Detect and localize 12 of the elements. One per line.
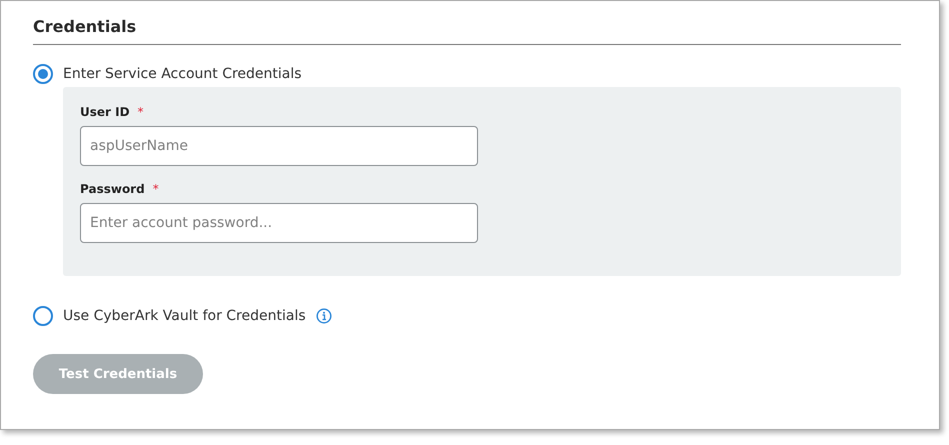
field-label: User ID <box>80 105 130 119</box>
required-asterisk: * <box>152 182 159 196</box>
field-label: Password <box>80 182 145 196</box>
input-field[interactable]: aspUserName <box>80 126 478 166</box>
section-title: Credentials <box>33 17 901 45</box>
radio-button[interactable] <box>33 64 53 84</box>
input-field[interactable]: Enter account password... <box>80 203 478 243</box>
option-label[interactable]: Use CyberArk Vault for Credentials <box>63 308 306 324</box>
info-icon[interactable] <box>316 308 332 324</box>
option-label[interactable]: Enter Service Account Credentials <box>63 66 302 82</box>
required-asterisk: * <box>138 105 144 119</box>
radio-button[interactable] <box>33 306 53 326</box>
